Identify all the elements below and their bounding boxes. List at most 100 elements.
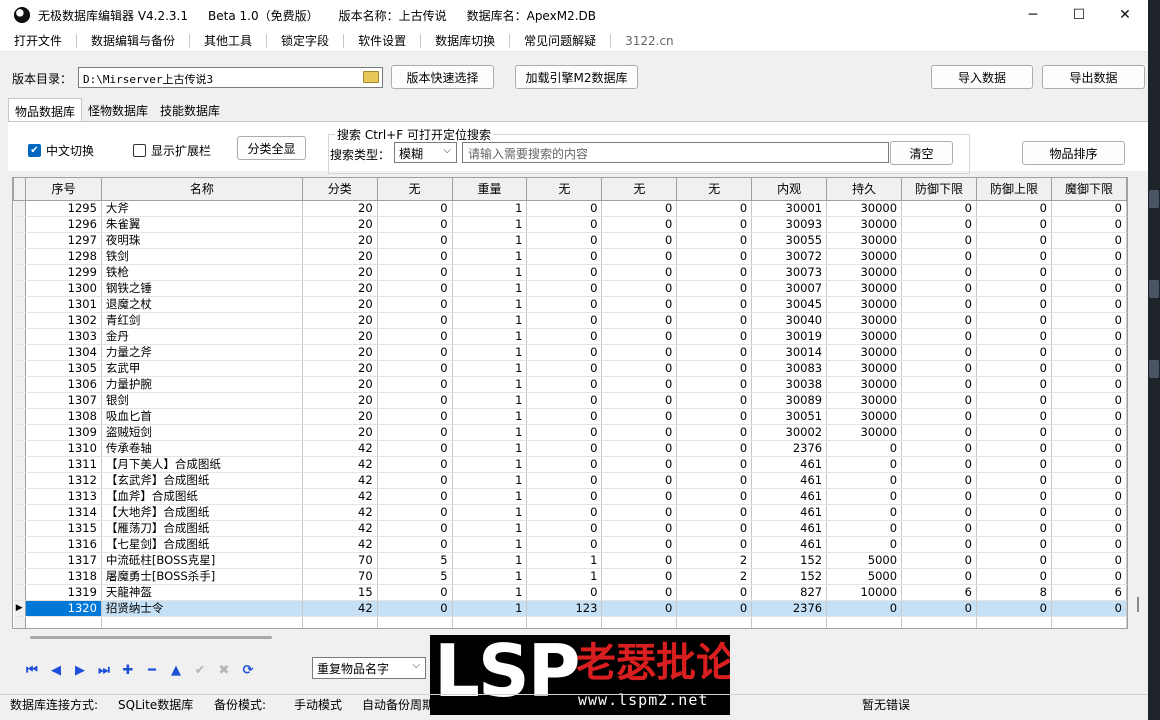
table-cell[interactable]: 0 [526,424,603,441]
row-indicator[interactable] [13,216,26,233]
row-indicator[interactable] [13,360,26,377]
table-cell[interactable]: 0 [601,232,678,249]
table-cell[interactable]: 1307 [25,392,102,409]
table-cell[interactable]: 0 [976,344,1052,361]
table-cell[interactable]: 1303 [25,328,102,345]
table-cell[interactable]: 0 [377,376,453,393]
table-cell[interactable]: 0 [377,360,453,377]
table-cell[interactable]: 0 [601,376,678,393]
table-cell[interactable]: 1 [452,344,528,361]
table-cell[interactable]: 0 [377,584,453,601]
table-cell[interactable]: 0 [526,328,603,345]
table-cell[interactable]: 0 [377,600,453,617]
export-button[interactable]: 导出数据 [1042,65,1145,89]
column-header[interactable]: 分类 [301,178,378,201]
table-cell[interactable]: 0 [976,424,1052,441]
table-cell[interactable]: 吸血匕首 [101,408,303,425]
table-cell[interactable]: 1 [452,472,528,489]
table-cell[interactable]: 0 [601,568,678,585]
table-cell[interactable]: 1 [452,584,528,601]
table-cell[interactable]: 30000 [826,200,903,217]
table-cell[interactable]: 0 [676,536,753,553]
table-cell[interactable]: 0 [901,456,977,473]
table-cell[interactable]: 70 [302,552,378,569]
table-cell[interactable]: 0 [526,312,603,329]
table-cell[interactable]: 1 [452,600,528,617]
row-indicator[interactable] [13,584,26,601]
category-all-button[interactable]: 分类全显 [237,136,306,160]
table-cell[interactable]: 0 [976,472,1052,489]
table-cell[interactable]: 1 [452,232,528,249]
table-cell[interactable]: 30001 [751,200,828,217]
table-cell[interactable]: 0 [526,520,603,537]
table-cell[interactable]: 827 [751,584,828,601]
last-icon[interactable]: ⏭ [92,660,116,680]
table-cell[interactable]: 0 [901,536,977,553]
table-cell[interactable]: 2 [676,552,753,569]
table-cell[interactable]: 0 [676,280,753,297]
table-cell[interactable]: 1320 [25,600,102,617]
menu-db-switch[interactable]: 数据库切换 [421,33,511,48]
table-cell[interactable]: 30089 [751,392,828,409]
table-cell[interactable]: 20 [302,200,378,217]
table-cell[interactable]: 1295 [25,200,102,217]
table-cell[interactable]: 0 [676,376,753,393]
table-cell[interactable]: 0 [901,328,977,345]
table-cell[interactable]: 0 [976,552,1052,569]
column-header[interactable]: 持久 [826,178,903,201]
table-cell[interactable]: 0 [377,216,453,233]
table-cell[interactable]: 0 [676,296,753,313]
table-row[interactable]: 1298 铁剑 20 0 1 0 0 0 30072 30000 0 0 0 [13,248,1127,265]
table-cell[interactable]: 0 [826,488,903,505]
table-cell[interactable]: 152 [751,552,828,569]
table-cell[interactable]: 【大地斧】合成图纸 [101,504,303,521]
next-icon[interactable]: ▶ [68,660,92,680]
table-cell[interactable]: 1 [452,264,528,281]
table-cell[interactable]: 1 [452,504,528,521]
table-row[interactable]: ▶ 1320 招贤纳士令 42 0 1 123 0 0 2376 0 0 0 0 [13,600,1127,617]
column-header[interactable]: 序号 [24,178,102,201]
table-cell[interactable]: 0 [601,440,678,457]
table-cell[interactable]: 0 [901,360,977,377]
table-cell[interactable]: 0 [901,472,977,489]
table-cell[interactable]: 20 [302,264,378,281]
row-indicator[interactable] [13,536,26,553]
table-cell[interactable]: 招贤纳士令 [101,600,303,617]
menu-other-tools[interactable]: 其他工具 [190,33,268,48]
table-cell[interactable]: 铁枪 [101,264,303,281]
table-cell[interactable]: 5 [377,552,453,569]
up-icon[interactable]: ▲ [164,660,188,680]
table-cell[interactable]: 0 [976,200,1052,217]
table-cell[interactable]: 0 [526,504,603,521]
table-cell[interactable]: 30051 [751,408,828,425]
table-cell[interactable]: 30000 [826,344,903,361]
row-indicator[interactable] [13,344,26,361]
tab-monsters[interactable]: 怪物数据库 [82,98,154,122]
table-cell[interactable]: 1 [452,520,528,537]
table-cell[interactable]: 42 [302,440,378,457]
add-icon[interactable]: ✚ [116,660,140,680]
table-cell[interactable]: 0 [601,600,678,617]
search-type-select[interactable]: 模糊 ⌵ [394,142,457,163]
table-cell[interactable]: 0 [601,264,678,281]
table-cell[interactable]: 青红剑 [101,312,303,329]
table-cell[interactable]: 0 [976,600,1052,617]
table-cell[interactable]: 0 [1051,296,1127,313]
table-cell[interactable]: 0 [901,296,977,313]
table-cell[interactable]: 0 [676,248,753,265]
table-cell[interactable]: 0 [601,296,678,313]
table-cell[interactable]: 0 [526,280,603,297]
table-cell[interactable]: 0 [601,504,678,521]
table-cell[interactable]: 152 [751,568,828,585]
row-indicator[interactable] [13,200,26,217]
table-cell[interactable]: 42 [302,600,378,617]
table-cell[interactable]: 30000 [826,328,903,345]
table-cell[interactable]: 0 [976,520,1052,537]
table-cell[interactable]: 0 [976,248,1052,265]
table-cell[interactable]: 0 [601,328,678,345]
table-cell[interactable]: 0 [976,488,1052,505]
table-cell[interactable]: 0 [676,456,753,473]
table-cell[interactable]: 0 [526,456,603,473]
table-row[interactable]: 1300 钢铁之锤 20 0 1 0 0 0 30007 30000 0 0 0 [13,280,1127,297]
row-indicator[interactable] [13,424,26,441]
